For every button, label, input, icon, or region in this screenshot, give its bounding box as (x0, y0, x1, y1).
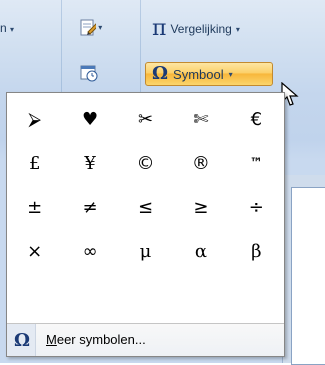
symbol-cell[interactable]: ÷ (229, 185, 284, 229)
symbol-cell[interactable]: ® (173, 141, 228, 185)
symbol-cell[interactable]: × (7, 229, 62, 273)
more-symbols-label-text: eer symbolen... (56, 332, 146, 347)
symbol-cell[interactable]: ✄ (173, 97, 228, 141)
date-time-icon (80, 65, 98, 82)
chevron-down-icon: ▾ (96, 22, 103, 32)
symbol-cell[interactable]: € (229, 97, 284, 141)
background-window-frame (282, 175, 325, 365)
equation-button[interactable]: π Vergelijking ▾ (152, 18, 240, 40)
ribbon-divider (61, 0, 62, 100)
symbol-cell[interactable]: ± (7, 185, 62, 229)
ribbon-divider (140, 0, 141, 100)
background-document-area (291, 187, 325, 365)
equation-label: Vergelijking (170, 22, 232, 36)
symbol-cell[interactable]: ♥ (62, 97, 117, 141)
symbol-cell[interactable]: ≥ (173, 185, 228, 229)
left-group-stub[interactable]: n ▾ (0, 20, 14, 36)
insert-object-icon (80, 19, 96, 36)
menu-icon-column: Ω (7, 324, 36, 356)
symbol-cell[interactable]: ¥ (62, 141, 117, 185)
chevron-down-icon: ▾ (10, 25, 15, 34)
symbol-cell[interactable]: α (173, 229, 228, 273)
symbol-cell[interactable]: μ (118, 229, 173, 273)
symbol-cell[interactable]: ∞ (62, 229, 117, 273)
left-group-label: n (0, 21, 7, 35)
symbol-button[interactable]: Ω Symbool ▾ (145, 62, 273, 86)
symbol-cell[interactable]: ≤ (118, 185, 173, 229)
symbol-cell[interactable]: ≠ (62, 185, 117, 229)
symbol-cell[interactable]: £ (7, 141, 62, 185)
insert-object-button[interactable]: ▾ (78, 18, 102, 36)
symbols-grid: ⮚ ♥ ✂ ✄ € £ ¥ © ® ™ ± ≠ ≤ ≥ ÷ × ∞ μ α β (7, 97, 284, 273)
omega-icon: Ω (14, 330, 31, 351)
chevron-down-icon: ▾ (235, 24, 240, 34)
pi-icon: π (152, 16, 167, 41)
chevron-down-icon: ▾ (228, 69, 233, 79)
symbol-cell[interactable]: ⮚ (7, 97, 62, 141)
symbol-cell[interactable]: ✂ (118, 97, 173, 141)
symbol-cell[interactable]: ™ (229, 141, 284, 185)
more-symbols-menu-item[interactable]: Ω Meer symbolen... (7, 323, 284, 356)
omega-icon: Ω (152, 63, 169, 84)
symbol-label: Symbool (173, 66, 224, 82)
symbol-cell[interactable]: © (118, 141, 173, 185)
more-symbols-label: Meer symbolen... (46, 332, 146, 347)
insert-date-time-button[interactable] (80, 64, 98, 82)
symbols-dropdown-panel: ⮚ ♥ ✂ ✄ € £ ¥ © ® ™ ± ≠ ≤ ≥ ÷ × ∞ μ α β … (6, 92, 285, 357)
symbol-cell[interactable]: β (229, 229, 284, 273)
more-symbols-access-key: M (46, 332, 57, 347)
